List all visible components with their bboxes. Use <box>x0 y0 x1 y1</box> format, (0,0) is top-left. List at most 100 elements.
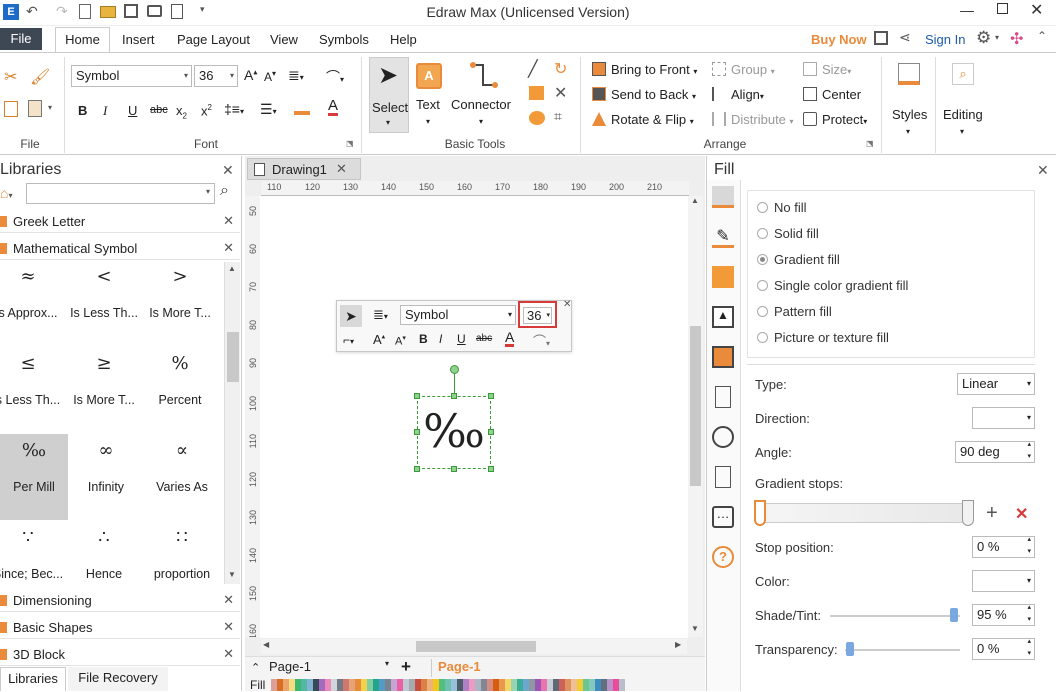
format-painter-icon[interactable]: 🖌 <box>30 67 50 87</box>
arc-tool-icon[interactable]: ↻ <box>554 59 567 79</box>
scroll-down-icon[interactable]: ▼ <box>228 570 236 579</box>
line-style-icon[interactable]: ⌒▾ <box>326 67 344 87</box>
font-dialog-launcher-icon[interactable]: ⬔ <box>346 139 354 148</box>
paste-icon[interactable] <box>28 100 42 117</box>
strikethrough-button[interactable]: abc <box>150 104 168 116</box>
text-align-icon[interactable]: ≣▾ <box>288 67 304 84</box>
subscript-button[interactable]: x2 <box>176 103 187 121</box>
radio-single-color-gradient-fill[interactable]: Single color gradient fill <box>757 278 908 293</box>
close-libraries-icon[interactable]: ✕ <box>222 162 234 179</box>
symbol-per-mill[interactable]: ‰ Per Mill <box>0 434 68 520</box>
align-button[interactable]: Align▾ <box>712 87 764 102</box>
mini-underline-button[interactable]: U <box>457 332 466 346</box>
symbol-less-equal[interactable]: ≤ s Less Th... <box>0 347 66 433</box>
connector-tool[interactable]: Connector ▾ <box>451 61 515 131</box>
symbol-percent[interactable]: % Percent <box>142 347 218 433</box>
radio-button[interactable] <box>757 254 768 265</box>
resize-handle[interactable] <box>488 429 494 435</box>
selected-shape[interactable]: ‰ <box>417 396 491 469</box>
add-page-icon[interactable]: + <box>401 657 411 677</box>
radio-gradient-fill[interactable]: Gradient fill <box>757 252 840 267</box>
canvas-hscrollbar-thumb[interactable] <box>416 641 536 652</box>
radio-picture-fill[interactable]: Picture or texture fill <box>757 330 889 345</box>
cart-icon[interactable] <box>874 31 888 45</box>
canvas-horizontal-scrollbar[interactable]: ◀ ▶ <box>261 639 687 654</box>
collapse-pages-icon[interactable]: ⌃ <box>251 661 260 674</box>
angle-stepper[interactable]: 90 deg ▴ ▾ <box>955 441 1035 463</box>
transparency-slider[interactable] <box>845 649 960 651</box>
mini-strikethrough-button[interactable]: abc <box>476 333 492 344</box>
gradient-stops-bar[interactable] <box>757 503 971 523</box>
mini-size-combo[interactable]: 36 ▾ <box>518 301 557 328</box>
italic-button[interactable]: I <box>103 103 107 119</box>
cut-icon[interactable]: ✂ <box>4 67 17 87</box>
buy-now-link[interactable]: Buy Now <box>811 32 867 47</box>
page-tab[interactable]: Page-1 <box>431 659 491 677</box>
close-mini-toolbar-icon[interactable]: ✕ <box>563 299 571 310</box>
resize-handle[interactable] <box>414 429 420 435</box>
edit-note-icon[interactable] <box>715 466 731 488</box>
resize-handle[interactable] <box>451 393 457 399</box>
close-library-icon[interactable]: ✕ <box>223 619 234 635</box>
mini-grow-font-icon[interactable]: A▴ <box>373 332 385 347</box>
shrink-font-icon[interactable]: A▾ <box>264 69 276 84</box>
color-palette[interactable] <box>271 679 625 691</box>
distribute-button[interactable]: Distribute ▾ <box>712 112 794 127</box>
resize-handle[interactable] <box>488 393 494 399</box>
bullets-icon[interactable]: ☰▾ <box>260 101 277 118</box>
scroll-down-icon[interactable]: ▼ <box>691 624 699 633</box>
close-library-icon[interactable]: ✕ <box>223 213 234 229</box>
font-name-combo[interactable]: Symbol ▾ <box>71 65 192 87</box>
symbol-proportion[interactable]: ∷ proportion <box>144 521 220 587</box>
tab-help[interactable]: Help <box>390 32 417 47</box>
close-library-icon[interactable]: ✕ <box>223 240 234 256</box>
radio-button[interactable] <box>757 202 768 213</box>
gear-icon[interactable]: ⚙ <box>976 28 991 48</box>
shade-tint-slider-knob[interactable] <box>950 608 958 622</box>
library-search-input[interactable]: ▾ <box>26 183 215 204</box>
select-tool[interactable]: ➤ Select ▾ <box>369 57 409 133</box>
mini-align-icon[interactable]: ≣▾ <box>373 307 388 323</box>
library-basic-shapes[interactable]: Basic Shapes ✕ <box>0 616 240 639</box>
font-size-combo[interactable]: 36 ▾ <box>194 65 238 87</box>
delete-stop-button[interactable]: ✕ <box>1015 504 1028 524</box>
transparency-slider-knob[interactable] <box>846 642 854 656</box>
mini-italic-button[interactable]: I <box>439 332 442 346</box>
line-pen-icon[interactable]: ✎ <box>712 226 734 248</box>
size-button[interactable]: Size▾ <box>803 62 851 77</box>
bold-button[interactable]: B <box>78 103 87 118</box>
collapse-ribbon-icon[interactable]: ⌃ <box>1037 29 1047 43</box>
superscript-button[interactable]: x2 <box>201 103 212 118</box>
mini-bold-button[interactable]: B <box>419 332 428 346</box>
transparency-stepper[interactable]: 0 % ▴ ▾ <box>972 638 1035 660</box>
bring-to-front-button[interactable]: Bring to Front ▾ <box>592 62 697 77</box>
symbol-since[interactable]: ∵ Since; Bec... <box>0 521 66 587</box>
radio-button[interactable] <box>757 228 768 239</box>
resize-handle[interactable] <box>414 466 420 472</box>
cross-tool-icon[interactable]: ✕ <box>554 83 567 103</box>
tab-libraries[interactable]: Libraries <box>0 667 66 691</box>
shadow-icon[interactable] <box>712 266 734 288</box>
symbol-infinity[interactable]: ∞ Infinity <box>68 434 144 520</box>
minimize-button[interactable]: — <box>960 2 974 18</box>
scroll-up-icon[interactable]: ▲ <box>691 196 699 205</box>
close-fill-panel-icon[interactable]: ✕ <box>1037 162 1049 179</box>
tab-symbols[interactable]: Symbols <box>319 32 369 47</box>
tab-file-recovery[interactable]: File Recovery <box>68 667 168 691</box>
shade-tint-slider[interactable] <box>830 615 960 617</box>
scroll-up-icon[interactable]: ▲ <box>228 264 236 273</box>
resize-handle[interactable] <box>451 466 457 472</box>
ellipse-tool-icon[interactable] <box>529 111 545 125</box>
library-home-icon[interactable]: ⌂▾ <box>0 185 12 201</box>
copy-icon[interactable] <box>4 101 18 117</box>
comment-icon[interactable]: … <box>712 506 734 528</box>
resize-handle[interactable] <box>488 466 494 472</box>
mini-font-color-icon[interactable]: A <box>505 330 515 347</box>
document-tab[interactable]: Drawing1 ✕ <box>247 158 361 180</box>
mini-font-combo[interactable]: Symbol ▾ <box>400 305 516 325</box>
help-icon[interactable]: ? <box>712 546 734 568</box>
sign-in-link[interactable]: Sign In <box>925 32 965 47</box>
page-selector[interactable]: Page-1 ▾ <box>269 659 389 677</box>
send-to-back-button[interactable]: Send to Back ▾ <box>592 87 696 102</box>
globe-icon[interactable] <box>712 426 734 448</box>
